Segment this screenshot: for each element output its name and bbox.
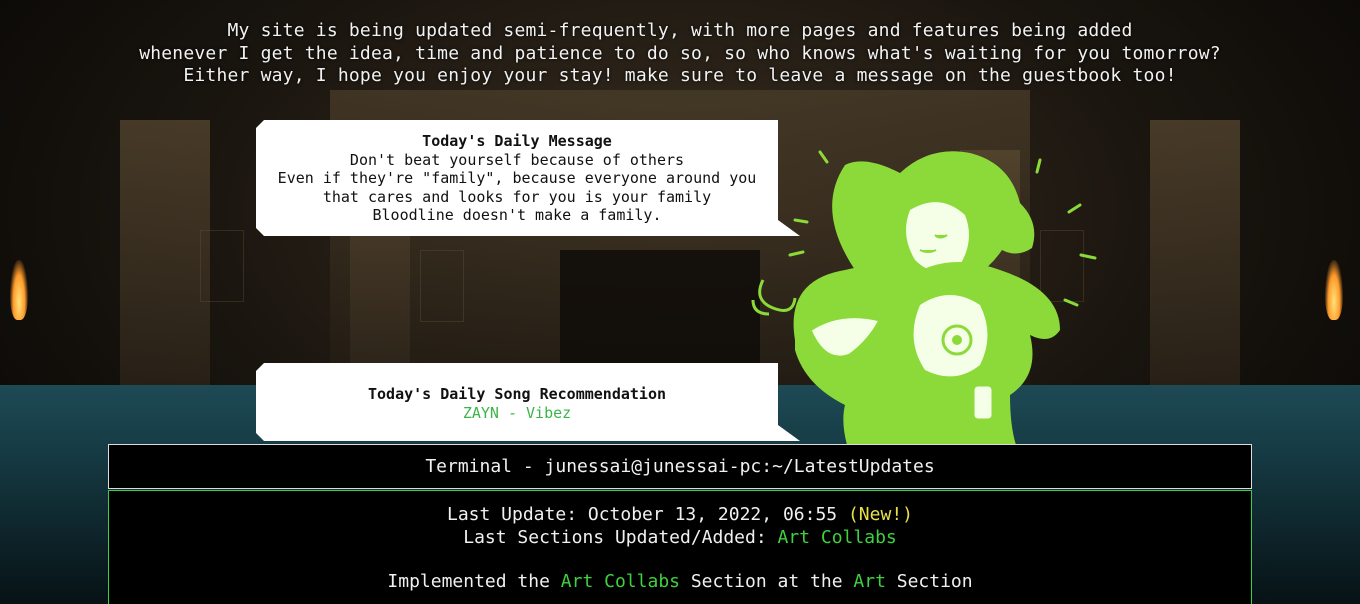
daily-message-line: that cares and looks for you is your fam… bbox=[322, 187, 712, 206]
daily-message-line: Don't beat yourself because of others bbox=[349, 150, 685, 169]
intro-line-1: My site is being updated semi-frequently… bbox=[227, 20, 1133, 41]
daily-song-link[interactable]: ZAYN - Vibez bbox=[256, 404, 778, 423]
implemented-line: Implemented the Art Collabs Section at t… bbox=[109, 570, 1251, 593]
daily-message-line: Bloodline doesn't make a family. bbox=[372, 206, 662, 224]
daily-song-bubble: Today's Daily Song Recommendation ZAYN -… bbox=[256, 363, 778, 441]
impl-prefix: Implemented the bbox=[387, 571, 561, 592]
last-update-label: Last Update: bbox=[446, 504, 588, 525]
new-badge: (New!) bbox=[847, 504, 913, 525]
art-link[interactable]: Art bbox=[853, 571, 886, 592]
daily-message-title: Today's Daily Message bbox=[422, 132, 612, 150]
terminal-body: Last Update: October 13, 2022, 06:55 (Ne… bbox=[108, 490, 1252, 604]
intro-line-3: Either way, I hope you enjoy your stay! … bbox=[183, 65, 1177, 86]
sections-line: Last Sections Updated/Added: Art Collabs bbox=[109, 526, 1251, 549]
daily-message-line: Even if they're "family", because everyo… bbox=[277, 169, 757, 187]
daily-message-bubble: Today's Daily Message Don't beat yoursel… bbox=[256, 120, 778, 236]
impl-suffix: Section bbox=[885, 571, 973, 592]
intro-line-2: whenever I get the idea, time and patien… bbox=[139, 42, 1221, 64]
last-update-value: October 13, 2022, 06:55 bbox=[587, 504, 838, 525]
terminal-title: Terminal - junessai@junessai-pc:~/Latest… bbox=[425, 456, 935, 477]
daily-song-title: Today's Daily Song Recommendation bbox=[367, 385, 666, 403]
intro-text: My site is being updated semi-frequently… bbox=[0, 20, 1360, 88]
characters-illustration bbox=[751, 150, 1097, 445]
last-update-line: Last Update: October 13, 2022, 06:55 (Ne… bbox=[109, 503, 1251, 526]
impl-middle: Section at the bbox=[680, 571, 854, 592]
sections-link[interactable]: Art Collabs bbox=[778, 527, 897, 548]
art-collabs-link[interactable]: Art Collabs bbox=[561, 571, 680, 592]
terminal-title-bar: Terminal - junessai@junessai-pc:~/Latest… bbox=[108, 444, 1252, 489]
sections-label: Last Sections Updated/Added: bbox=[463, 527, 778, 548]
